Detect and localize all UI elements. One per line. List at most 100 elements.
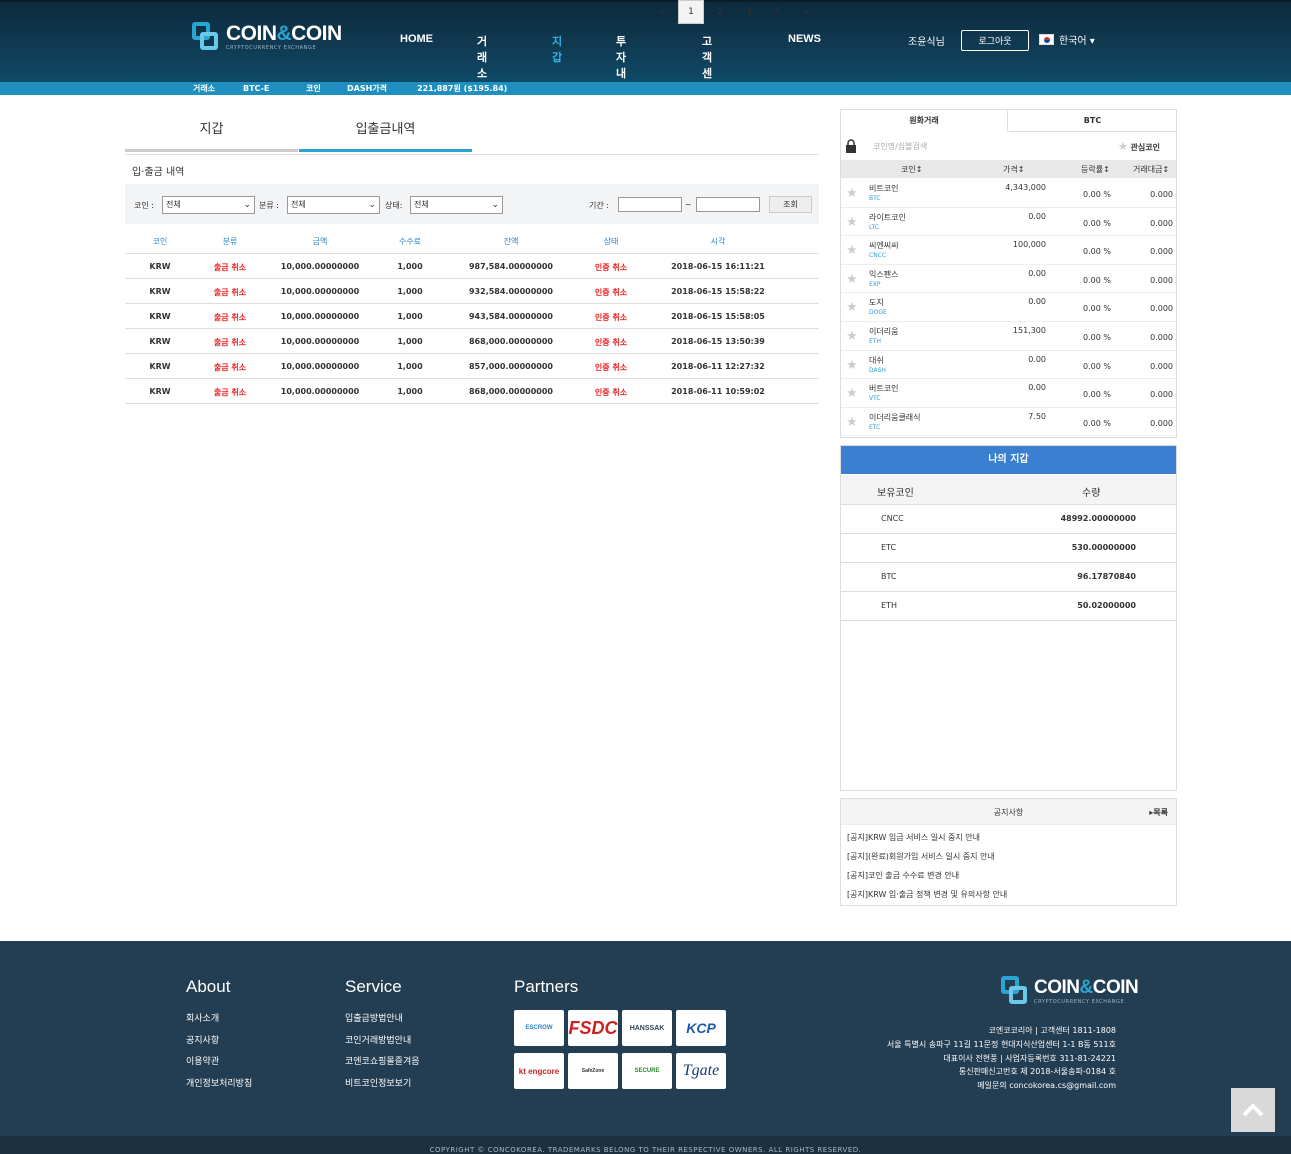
market-coin-volume: 0.000 (1150, 218, 1173, 228)
top-header: COIN&COIN CRYPTOCURRENCY EXCHANGE HOME 거… (0, 0, 1291, 96)
market-search-placeholder: 코인명/심볼검색 (873, 142, 928, 151)
notice-panel: 공지사항 ▸목록 [공지]KRW 입금 서비스 일시 중지 안내 [공지](완료… (840, 798, 1177, 906)
notice-item[interactable]: [공지]KRW 입금 서비스 일시 중지 안내 (847, 832, 980, 843)
pager-page[interactable]: 3 (736, 0, 762, 24)
star-icon[interactable]: ★ (846, 186, 858, 201)
notice-header: 공지사항 ▸목록 (841, 799, 1176, 825)
type-filter-select[interactable]: 전체 ⌄ (287, 196, 380, 214)
table-row: KRW 출금 취소 10,000.00000000 1,000 987,584.0000… (125, 254, 819, 279)
market-row[interactable]: ★ 라이트코인 LTC 0.00 0.00 % 0.000 (841, 208, 1176, 237)
wallet-quantity: 530.00000000 (1071, 543, 1136, 552)
partner-hanssak-logo[interactable]: HANSSAK (622, 1010, 672, 1046)
notice-item[interactable]: [공지]KRW 입·출금 정책 변경 및 유의사항 안내 (847, 889, 1007, 900)
logout-button[interactable]: 로그아웃 (961, 30, 1029, 51)
language-selector[interactable]: 한국어 ▾ (1039, 32, 1095, 47)
partner-fsdc-logo[interactable]: FSDC (568, 1010, 618, 1046)
chevron-up-icon (1242, 1103, 1264, 1117)
notice-more-link[interactable]: ▸목록 (1149, 807, 1168, 818)
footer-link-trade-guide[interactable]: 코인거래방법안내 (345, 1033, 411, 1046)
partner-ktengcore-logo[interactable]: kt engcore (514, 1053, 564, 1089)
market-coin-volume: 0.000 (1150, 247, 1173, 257)
star-icon[interactable]: ★ (846, 243, 858, 258)
coin-filter-select[interactable]: 전체 ⌄ (162, 196, 255, 214)
market-search[interactable]: 코인명/심볼검색 ★ 관심코인 (841, 134, 1176, 158)
nav-exchange[interactable]: 거래소 (477, 33, 487, 81)
market-coin-symbol: DOGE (869, 309, 887, 317)
market-row[interactable]: ★ 익스펜스 EXP 0.00 0.00 % 0.000 (841, 265, 1176, 294)
ticker-exchange-value: BTC-E (243, 84, 270, 93)
notice-item[interactable]: [공지]코인 출금 수수료 변경 안내 (847, 870, 959, 881)
footer-link-shop[interactable]: 코엔코쇼핑몰즐겨음 (345, 1054, 420, 1067)
tab-krw-market[interactable]: 원화거래 (841, 110, 1008, 132)
market-col-volume[interactable]: 거래대금↕ (1133, 164, 1169, 175)
pager-page[interactable]: 2 (707, 0, 733, 24)
tab-wallet[interactable]: 지갑 (125, 110, 298, 152)
site-logo[interactable]: COIN&COIN CRYPTOCURRENCY EXCHANGE (192, 22, 342, 52)
market-row[interactable]: ★ 도지 DOGE 0.00 0.00 % 0.000 (841, 293, 1176, 322)
tab-btc-market[interactable]: BTC (1009, 110, 1176, 132)
table-row: KRW 출금 취소 10,000.00000000 1,000 868,000.0000… (125, 379, 819, 404)
status-filter-select[interactable]: 전체 ⌄ (410, 196, 503, 214)
wallet-row: CNCC 48992.00000000 (841, 505, 1176, 534)
period-end-input[interactable] (696, 197, 760, 212)
cell-status: 인증 취소 (594, 313, 628, 322)
wallet-col-coin: 보유코인 (877, 488, 914, 499)
partner-secure-logo[interactable]: SECURE (622, 1053, 672, 1089)
partner-safezone-logo[interactable]: SafeZone (568, 1053, 618, 1089)
star-icon[interactable]: ★ (846, 358, 858, 373)
footer-link-terms[interactable]: 이용약관 (186, 1054, 219, 1067)
cell-type: 출금 취소 (213, 388, 247, 397)
pager-page[interactable]: 1 (678, 0, 704, 24)
pager-next[interactable]: > (793, 0, 819, 24)
nav-home[interactable]: HOME (400, 33, 433, 45)
search-button[interactable]: 조회 (769, 196, 812, 213)
partner-escrow-logo[interactable]: ESCROW (514, 1010, 564, 1046)
market-coin-change: 0.00 % (1083, 333, 1111, 342)
market-coin-name: 이더리움 (869, 327, 899, 336)
market-col-price[interactable]: 가격↕ (1003, 164, 1024, 175)
market-row[interactable]: ★ 대쉬 DASH 0.00 0.00 % 0.000 (841, 351, 1176, 380)
market-coin-change: 0.00 % (1083, 218, 1111, 228)
market-row[interactable]: ★ 비트코인 BTC 4,343,000 0.00 % 0.000 (841, 179, 1176, 208)
market-row[interactable]: ★ 버트코인 VTC 0.00 0.00 % 0.000 (841, 379, 1176, 408)
cell-time: 2018-06-15 15:58:05 (671, 312, 765, 321)
nav-news[interactable]: NEWS (788, 33, 821, 45)
partner-tgate-logo[interactable]: Tgate (676, 1053, 726, 1089)
footer-link-bitcoin-info[interactable]: 비트코인정보보기 (345, 1076, 411, 1089)
notice-item[interactable]: [공지](완료)회원가입 서비스 일시 중지 안내 (847, 851, 995, 862)
star-icon[interactable]: ★ (846, 415, 858, 430)
pager-page[interactable]: 4 (764, 0, 790, 24)
scroll-to-top-button[interactable] (1231, 1088, 1275, 1132)
favorites-toggle[interactable]: ★ 관심코인 (1118, 140, 1160, 153)
period-start-input[interactable] (618, 197, 682, 212)
cell-amount: 10,000.00000000 (280, 362, 360, 371)
cell-amount: 10,000.00000000 (280, 287, 360, 296)
footer-partners-title: Partners (514, 977, 579, 996)
star-icon[interactable]: ★ (846, 215, 858, 230)
market-coin-symbol: EXP (869, 280, 881, 288)
cell-coin: KRW (149, 262, 171, 271)
market-coin-symbol: ETH (869, 338, 881, 345)
market-row[interactable]: ★ 이더리움클래식 ETC 7.50 0.00 % 0.000 (841, 408, 1176, 437)
star-icon[interactable]: ★ (846, 386, 858, 401)
star-icon[interactable]: ★ (846, 272, 858, 287)
star-icon[interactable]: ★ (846, 300, 858, 315)
market-row[interactable]: ★ 씨엔씨씨 CNCC 100,000 0.00 % 0.000 (841, 236, 1176, 265)
market-col-change[interactable]: 등락률↕ (1081, 164, 1110, 175)
market-row[interactable]: ★ 이더리움 ETH 151,300 0.00 % 0.000 (841, 322, 1176, 351)
partner-kcp-logo[interactable]: KCP (676, 1010, 726, 1046)
market-coin-symbol: CNCC (869, 252, 887, 260)
cell-time: 2018-06-15 13:50:39 (671, 337, 765, 346)
market-coin-name: 이더리움클래식 (869, 412, 921, 422)
footer-link-company[interactable]: 회사소개 (186, 1011, 219, 1024)
tab-deposit-withdrawal-history[interactable]: 입출금내역 (299, 110, 472, 152)
footer-link-notice[interactable]: 공지사항 (186, 1033, 219, 1046)
pager-prev[interactable]: < (649, 0, 675, 24)
nav-wallet[interactable]: 지갑 (552, 33, 562, 65)
footer-link-privacy[interactable]: 개인정보처리방침 (186, 1076, 252, 1089)
footer-link-deposit-guide[interactable]: 입출금방법안내 (345, 1011, 403, 1024)
star-icon[interactable]: ★ (846, 329, 858, 344)
footer-email[interactable]: 메일문의 concokorea.cs@gmail.com (977, 1080, 1116, 1091)
footer-ceo-info: 대표이사 전현풍 | 사업자등록번호 311-81-24221 (943, 1054, 1116, 1063)
market-col-coin[interactable]: 코인↕ (901, 164, 922, 175)
